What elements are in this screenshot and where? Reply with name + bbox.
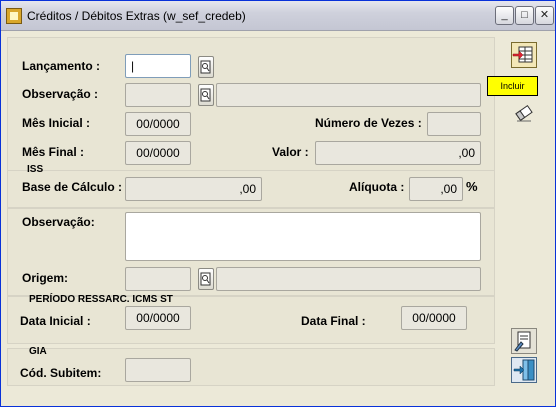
mes-inicial-input[interactable]: 00/0000: [125, 112, 191, 136]
incluir-tooltip: Incluir: [487, 76, 538, 96]
observacao-code-input[interactable]: [125, 83, 191, 107]
minimize-button[interactable]: _: [495, 6, 514, 25]
lancamento-label: Lançamento :: [22, 59, 101, 73]
form-area: Lançamento : | Observação : Mês Inicial …: [3, 32, 553, 405]
observacao-desc-input[interactable]: [216, 83, 481, 107]
observacao2-textarea[interactable]: [125, 212, 481, 261]
aliquota-label: Alíquota :: [349, 180, 405, 194]
window-title: Créditos / Débitos Extras (w_sef_credeb): [27, 9, 246, 23]
origem-code-input[interactable]: [125, 267, 191, 291]
observacao2-label: Observação:: [22, 215, 95, 229]
iss-group-label: ISS: [27, 164, 44, 175]
add-record-icon: [511, 42, 537, 68]
data-final-label: Data Final :: [301, 314, 366, 328]
lookup-icon: [200, 272, 211, 286]
eraser-icon: [515, 105, 533, 122]
lancamento-lookup-button[interactable]: [198, 56, 214, 78]
app-window: Créditos / Débitos Extras (w_sef_credeb)…: [0, 0, 556, 407]
observacao-lookup-button[interactable]: [198, 84, 214, 106]
aliquota-input[interactable]: ,00: [409, 177, 463, 201]
numero-vezes-input[interactable]: [427, 112, 481, 136]
exit-button[interactable]: [511, 357, 537, 383]
data-inicial-input[interactable]: 00/0000: [125, 306, 191, 330]
valor-input[interactable]: ,00: [315, 141, 481, 165]
clear-button[interactable]: [511, 100, 537, 126]
document-icon: [511, 328, 537, 354]
origem-lookup-button[interactable]: [198, 268, 214, 290]
mes-final-input[interactable]: 00/0000: [125, 141, 191, 165]
title-bar[interactable]: Créditos / Débitos Extras (w_sef_credeb)…: [1, 1, 555, 31]
print-button[interactable]: [511, 328, 537, 354]
valor-label: Valor :: [272, 145, 309, 159]
base-calculo-label: Base de Cálculo :: [22, 180, 123, 194]
cod-subitem-label: Cód. Subitem:: [20, 366, 102, 380]
gia-group-label: GIA: [29, 346, 47, 357]
base-calculo-input[interactable]: ,00: [125, 177, 262, 201]
origem-desc-input[interactable]: [216, 267, 481, 291]
maximize-button[interactable]: □: [515, 6, 534, 25]
incluir-button[interactable]: [511, 42, 537, 68]
mes-inicial-label: Mês Inicial :: [22, 116, 91, 130]
cod-subitem-input[interactable]: [125, 358, 191, 382]
lookup-icon: [200, 60, 211, 74]
data-inicial-label: Data Inicial :: [20, 314, 91, 328]
exit-door-icon: [511, 357, 537, 383]
close-button[interactable]: ✕: [535, 6, 554, 25]
lancamento-input[interactable]: |: [125, 54, 191, 78]
origem-label: Origem:: [22, 271, 69, 285]
observacao-label: Observação :: [22, 87, 99, 101]
numero-vezes-label: Número de Vezes :: [315, 116, 422, 130]
aliquota-percent: %: [466, 179, 478, 194]
mes-final-label: Mês Final :: [22, 145, 85, 159]
data-final-input[interactable]: 00/0000: [401, 306, 467, 330]
app-icon: [6, 8, 22, 24]
lookup-icon: [200, 88, 211, 102]
periodo-group-label: PERÍODO RESSARC. ICMS ST: [29, 294, 173, 305]
